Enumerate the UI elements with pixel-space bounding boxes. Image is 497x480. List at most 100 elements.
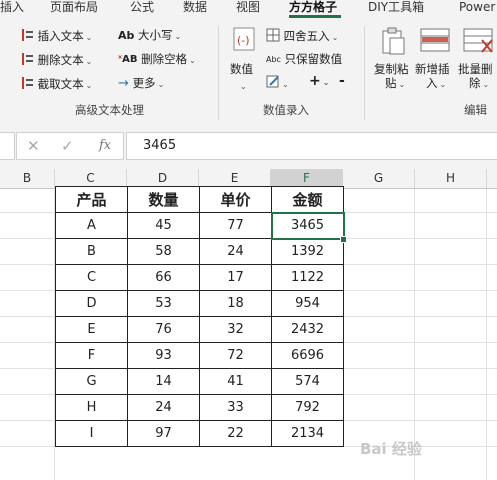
tab-formulas[interactable]: 公式 [130, 0, 154, 14]
header-cell[interactable]: 产品 [55, 186, 128, 213]
delete-text-icon [20, 52, 34, 69]
cell[interactable]: 24 [199, 238, 272, 265]
cell[interactable]: 76 [127, 316, 200, 343]
ribbon-panel: 插入文本 ⌄ 删除文本 ⌄ 截取文本 ⌄ Ab 大小写 ⌄ ˣAB 删除空格 ⌄ → 更多… [0, 18, 497, 125]
cell[interactable]: B [55, 238, 128, 265]
cancel-icon[interactable]: ✕ [27, 137, 40, 155]
extract-text-label: 截取文本 [37, 77, 84, 91]
function-icon[interactable]: fx [99, 138, 111, 153]
tab-ffgz[interactable]: 方方格子 [289, 0, 337, 14]
cell[interactable]: 32 [199, 316, 272, 343]
insert-text-button[interactable]: 插入文本 ⌄ [20, 28, 92, 45]
round-button[interactable]: 四舍五入 ⌄ [266, 28, 338, 45]
number-format-icon: (-) [232, 26, 256, 55]
column-header-h[interactable]: H [415, 169, 487, 188]
formula-input[interactable]: 3465 [126, 132, 497, 160]
delete-text-label: 删除文本 [37, 53, 84, 67]
table-row: B 58 24 1392 [55, 238, 344, 265]
more-label: 更多 [132, 76, 156, 90]
cell[interactable]: F [55, 342, 128, 369]
cell[interactable]: 77 [199, 212, 272, 239]
name-box[interactable] [0, 132, 15, 160]
cell[interactable]: 2432 [271, 316, 344, 343]
number-caret[interactable]: ⌄ [238, 78, 247, 94]
case-button[interactable]: Ab 大小写 ⌄ [118, 28, 181, 44]
cell[interactable]: 18 [199, 290, 272, 317]
cell[interactable]: 14 [127, 368, 200, 395]
plus-button[interactable]: + ⌄ [309, 74, 329, 90]
cell[interactable]: 33 [199, 394, 272, 421]
cell[interactable]: 93 [127, 342, 200, 369]
tab-insert[interactable]: 插入 [0, 0, 24, 14]
edit-cell-button[interactable]: ⌄ [266, 75, 289, 92]
cell[interactable]: 6696 [271, 342, 344, 369]
fill-handle[interactable] [340, 236, 347, 243]
copy-paste-icon [378, 26, 408, 59]
cell[interactable]: 66 [127, 264, 200, 291]
header-cell[interactable]: 单价 [199, 186, 272, 213]
header-cell[interactable]: 数量 [127, 186, 200, 213]
cell[interactable]: 574 [271, 368, 344, 395]
cell[interactable]: 792 [271, 394, 344, 421]
cell[interactable]: 17 [199, 264, 272, 291]
copy-paste-label: 复制粘 [374, 62, 409, 76]
batch-delete-button[interactable]: 批量删 除 ⌄ [458, 62, 493, 92]
formula-value: 3465 [143, 138, 177, 153]
minus-button[interactable]: - [339, 74, 345, 88]
cell[interactable]: I [55, 420, 128, 447]
header-cell[interactable]: 金额 [271, 186, 344, 213]
cell[interactable]: 41 [199, 368, 272, 395]
cell[interactable]: C [55, 264, 128, 291]
cell[interactable]: E [55, 316, 128, 343]
tab-page-layout[interactable]: 页面布局 [50, 0, 98, 14]
active-cell[interactable]: 3465 [270, 211, 345, 240]
delete-space-button[interactable]: ˣAB 删除空格 ⌄ [118, 52, 196, 68]
add-insert-label-2: 入 [426, 76, 438, 90]
extract-text-button[interactable]: 截取文本 ⌄ [20, 76, 92, 93]
more-button[interactable]: → 更多 ⌄ [118, 76, 164, 92]
add-insert-button[interactable]: 新增插 入 ⌄ [415, 62, 450, 92]
cell[interactable]: 72 [199, 342, 272, 369]
tab-power[interactable]: Power [459, 0, 495, 14]
tab-diy-toolbox[interactable]: DIY工具箱 [368, 0, 424, 14]
number-button[interactable]: (-) [229, 26, 259, 55]
cell[interactable]: H [55, 394, 128, 421]
cell[interactable]: 954 [271, 290, 344, 317]
table-header-row: 产品 数量 单价 金额 [55, 186, 344, 213]
number-group-label: 数值录入 [263, 103, 309, 117]
batch-delete-label-2: 除 [469, 76, 481, 90]
watermark: Bai 经验 [360, 440, 422, 458]
column-header-b[interactable]: B [0, 169, 55, 188]
text-group-label: 高级文本处理 [75, 103, 144, 117]
keep-number-button[interactable]: Abc 只保留数值 [266, 52, 342, 67]
copy-paste-button[interactable]: 复制粘 贴 ⌄ [374, 62, 409, 92]
cell[interactable]: 45 [127, 212, 200, 239]
gridline [414, 189, 415, 480]
minus-label: - [339, 73, 345, 89]
cell[interactable]: 22 [199, 420, 272, 447]
data-table: 产品 数量 单价 金额 A 45 77 3465 B 58 24 1392 C … [55, 186, 345, 447]
grid-icon [266, 28, 280, 45]
cell[interactable]: 1122 [271, 264, 344, 291]
plus-label: + [309, 73, 321, 89]
delete-text-button[interactable]: 删除文本 ⌄ [20, 52, 92, 69]
cell[interactable]: A [55, 212, 128, 239]
cell[interactable]: G [55, 368, 128, 395]
column-header-g[interactable]: G [343, 169, 415, 188]
cell[interactable]: 97 [127, 420, 200, 447]
tab-view[interactable]: 视图 [236, 0, 260, 14]
cell[interactable]: 53 [127, 290, 200, 317]
cell[interactable]: 2134 [271, 420, 344, 447]
tab-data[interactable]: 数据 [183, 0, 207, 14]
delete-space-label: 删除空格 [141, 52, 188, 66]
cell[interactable]: 1392 [271, 238, 344, 265]
table-row: E 76 32 2432 [55, 316, 344, 343]
cell[interactable]: 24 [127, 394, 200, 421]
ribbon-divider [218, 26, 219, 120]
cell[interactable]: D [55, 290, 128, 317]
gridline [486, 189, 487, 480]
cell[interactable]: 58 [127, 238, 200, 265]
formula-buttons: ✕ ✓ fx [16, 132, 124, 160]
confirm-icon[interactable]: ✓ [61, 137, 74, 155]
table-row: G 14 41 574 [55, 368, 344, 395]
